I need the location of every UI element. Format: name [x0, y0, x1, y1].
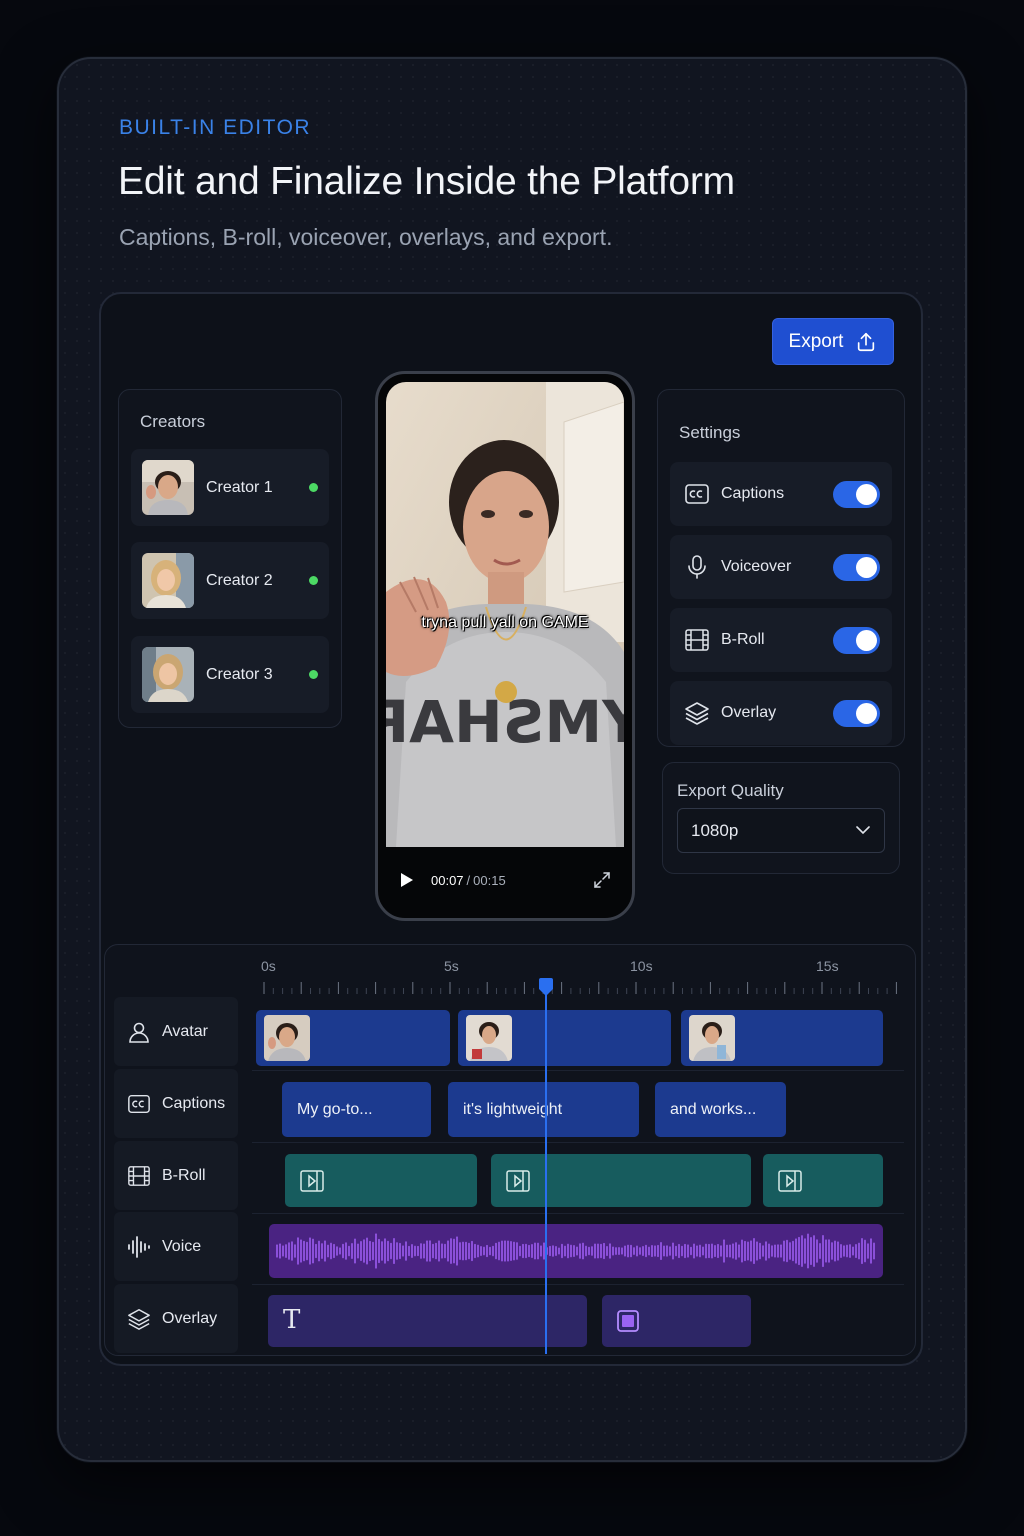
- track-label-text: Voice: [162, 1237, 202, 1255]
- avatar: [142, 647, 194, 702]
- player-controls: 00:07 / 00:15: [386, 858, 624, 902]
- avatar: [142, 460, 194, 515]
- layers-icon: [685, 702, 709, 725]
- track-label-avatar[interactable]: Avatar: [114, 997, 238, 1066]
- avatar-clip[interactable]: [681, 1010, 883, 1066]
- setting-label: Voiceover: [721, 558, 792, 575]
- creator-name: Creator 1: [206, 478, 273, 496]
- text-overlay-icon: T: [283, 1305, 301, 1335]
- avatar: [142, 553, 194, 608]
- eyebrow-label: BUILT-IN EDITOR: [119, 116, 312, 139]
- clip-thumbnail: [466, 1015, 512, 1061]
- setting-overlay: Overlay: [670, 681, 892, 745]
- setting-label: B-Roll: [721, 631, 765, 648]
- total-time: 00:15: [473, 872, 506, 888]
- timeline-ruler[interactable]: [262, 982, 902, 996]
- overlay-clip[interactable]: [602, 1295, 751, 1347]
- video-caption-overlay: tryna pull yall on GAME: [421, 614, 589, 631]
- page-title: Edit and Finalize Inside the Platform: [118, 160, 735, 203]
- video-preview[interactable]: GYMSHARK tryna pull yall on GAME: [386, 382, 624, 847]
- export-quality-label: Export Quality: [677, 781, 784, 800]
- clip-thumbnail: [689, 1015, 735, 1061]
- lane-divider: [252, 1213, 904, 1214]
- broll-clip[interactable]: [491, 1154, 751, 1207]
- tick-label-0s: 0s: [261, 958, 276, 974]
- export-button-label: Export: [788, 330, 844, 352]
- tick-label-10s: 10s: [630, 958, 653, 974]
- video-clip-icon: [300, 1170, 324, 1192]
- creator-name: Creator 3: [206, 665, 273, 683]
- track-label-voice[interactable]: Voice: [114, 1212, 238, 1281]
- chevron-down-icon: [856, 826, 870, 835]
- video-clip-icon: [778, 1170, 802, 1192]
- overlay-clip[interactable]: T: [268, 1295, 587, 1347]
- caption-clip[interactable]: My go-to...: [282, 1082, 431, 1137]
- lane-divider: [252, 1070, 904, 1071]
- time-separator: /: [466, 872, 471, 888]
- online-status-dot: [309, 483, 318, 492]
- track-label-text: Overlay: [162, 1309, 218, 1327]
- voice-clip[interactable]: [269, 1224, 883, 1278]
- image-overlay-icon: [617, 1310, 639, 1332]
- export-quality-value: 1080p: [691, 820, 739, 840]
- waveform-icon: [128, 1235, 150, 1258]
- caption-clip[interactable]: it's lightweight: [448, 1082, 639, 1137]
- tick-label-5s: 5s: [444, 958, 459, 974]
- avatar-clip[interactable]: [256, 1010, 450, 1066]
- track-label-text: B-Roll: [162, 1166, 206, 1184]
- setting-label: Captions: [721, 485, 785, 502]
- lane-divider: [252, 1142, 904, 1143]
- online-status-dot: [309, 576, 318, 585]
- layers-icon: [128, 1308, 150, 1330]
- settings-title: Settings: [679, 423, 741, 442]
- fullscreen-icon[interactable]: [594, 872, 610, 888]
- creator-item-1[interactable]: Creator 1: [131, 449, 329, 526]
- setting-captions: Captions: [670, 462, 892, 526]
- overlay-toggle[interactable]: [833, 699, 880, 727]
- film-icon: [685, 629, 709, 651]
- current-time: 00:07: [431, 872, 464, 888]
- audio-waveform: [276, 1233, 875, 1269]
- video-clip-icon: [506, 1170, 530, 1192]
- setting-voiceover: Voiceover: [670, 535, 892, 599]
- creator-name: Creator 2: [206, 571, 273, 589]
- creator-item-2[interactable]: Creator 2: [131, 542, 329, 619]
- track-label-captions[interactable]: Captions: [114, 1069, 238, 1138]
- clip-thumbnail: [264, 1015, 310, 1061]
- creators-title: Creators: [140, 412, 206, 431]
- broll-toggle[interactable]: [833, 626, 880, 654]
- online-status-dot: [309, 670, 318, 679]
- broll-clip[interactable]: [285, 1154, 477, 1207]
- microphone-icon: [688, 555, 706, 579]
- voiceover-toggle[interactable]: [833, 553, 880, 581]
- cc-icon: [128, 1094, 150, 1113]
- playhead-handle[interactable]: [538, 978, 554, 996]
- track-label-overlay[interactable]: Overlay: [114, 1284, 238, 1353]
- playhead-line: [545, 992, 547, 1354]
- tick-label-15s: 15s: [816, 958, 839, 974]
- lane-divider: [252, 1284, 904, 1285]
- avatar-clip[interactable]: [458, 1010, 671, 1066]
- user-icon: [129, 1022, 149, 1043]
- track-label-text: Avatar: [162, 1022, 208, 1040]
- upload-icon: [858, 332, 875, 351]
- creator-item-3[interactable]: Creator 3: [131, 636, 329, 713]
- setting-label: Overlay: [721, 704, 777, 721]
- export-quality-select[interactable]: 1080p: [677, 808, 885, 853]
- cc-icon: [685, 484, 709, 504]
- page-subtitle: Captions, B-roll, voiceover, overlays, a…: [119, 224, 613, 250]
- track-label-broll[interactable]: B-Roll: [114, 1141, 238, 1210]
- track-label-text: Captions: [162, 1094, 226, 1112]
- play-icon[interactable]: [400, 872, 414, 888]
- captions-toggle[interactable]: [833, 480, 880, 508]
- film-icon: [128, 1165, 150, 1186]
- setting-broll: B-Roll: [670, 608, 892, 672]
- export-button[interactable]: Export: [772, 318, 894, 365]
- broll-clip[interactable]: [763, 1154, 883, 1207]
- caption-clip[interactable]: and works...: [655, 1082, 786, 1137]
